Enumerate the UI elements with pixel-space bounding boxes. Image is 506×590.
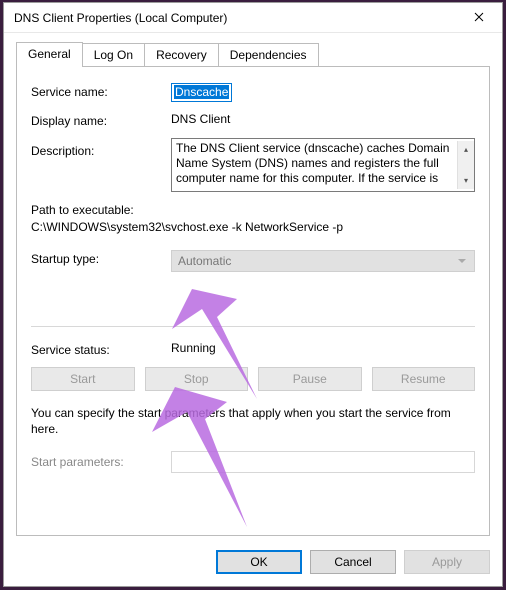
titlebar[interactable]: DNS Client Properties (Local Computer) <box>4 3 502 33</box>
path-value: C:\WINDOWS\system32\svchost.exe -k Netwo… <box>31 219 475 236</box>
close-button[interactable] <box>456 3 502 32</box>
scroll-down-icon[interactable]: ▾ <box>458 172 474 189</box>
properties-window: DNS Client Properties (Local Computer) G… <box>3 2 503 587</box>
ok-button[interactable]: OK <box>216 550 302 574</box>
start-params-hint: You can specify the start parameters tha… <box>31 405 475 437</box>
dialog-footer: OK Cancel Apply <box>16 536 490 574</box>
tab-log-on[interactable]: Log On <box>82 43 145 66</box>
startup-type-value: Automatic <box>178 254 231 268</box>
display-name-value: DNS Client <box>171 112 475 126</box>
service-status-value: Running <box>171 341 475 355</box>
stop-button[interactable]: Stop <box>145 367 249 391</box>
start-parameters-label: Start parameters: <box>31 455 171 469</box>
description-box[interactable]: The DNS Client service (dnscache) caches… <box>171 138 475 192</box>
pause-button[interactable]: Pause <box>258 367 362 391</box>
tab-recovery[interactable]: Recovery <box>144 43 219 66</box>
separator <box>31 326 475 327</box>
cancel-button[interactable]: Cancel <box>310 550 396 574</box>
resume-button[interactable]: Resume <box>372 367 476 391</box>
tab-general[interactable]: General <box>16 42 83 67</box>
tab-dependencies[interactable]: Dependencies <box>218 43 319 66</box>
scroll-up-icon[interactable]: ▴ <box>458 141 474 158</box>
description-scrollbar[interactable]: ▴ ▾ <box>457 141 474 189</box>
display-name-label: Display name: <box>31 112 171 128</box>
client-area: General Log On Recovery Dependencies Ser… <box>4 33 502 586</box>
description-label: Description: <box>31 138 171 158</box>
window-title: DNS Client Properties (Local Computer) <box>14 11 456 25</box>
service-name-value: Dnscache <box>174 85 229 99</box>
service-status-label: Service status: <box>31 341 171 357</box>
tab-strip: General Log On Recovery Dependencies <box>16 43 490 66</box>
tab-panel-general: Service name: Dnscache Display name: DNS… <box>16 66 490 536</box>
startup-type-combo[interactable]: Automatic <box>171 250 475 272</box>
start-parameters-input[interactable] <box>171 451 475 473</box>
service-control-buttons: Start Stop Pause Resume <box>31 367 475 391</box>
description-text: The DNS Client service (dnscache) caches… <box>176 141 457 189</box>
path-label: Path to executable: <box>31 202 475 219</box>
service-name-field[interactable]: Dnscache <box>171 83 232 102</box>
apply-button[interactable]: Apply <box>404 550 490 574</box>
service-name-label: Service name: <box>31 83 171 99</box>
startup-type-label: Startup type: <box>31 250 171 266</box>
start-button[interactable]: Start <box>31 367 135 391</box>
close-icon <box>474 11 484 25</box>
